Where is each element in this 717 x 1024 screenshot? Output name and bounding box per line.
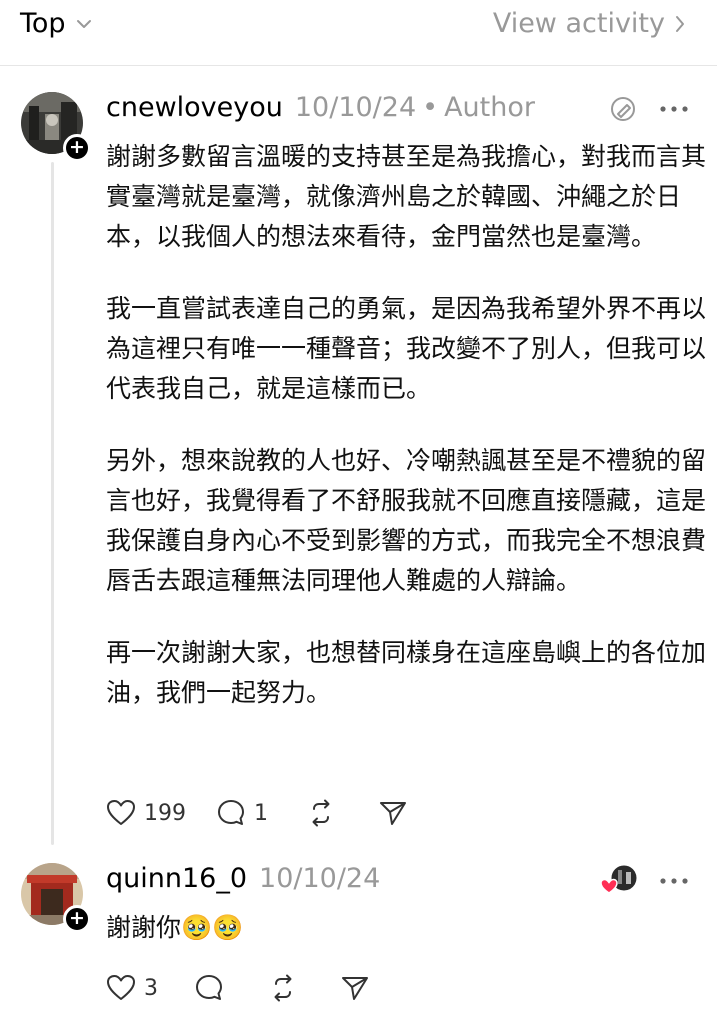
share-icon [380, 802, 406, 825]
separator: • [422, 92, 439, 123]
reply-actions: 3 [106, 973, 370, 1003]
sort-dropdown[interactable]: Top [20, 8, 94, 39]
author-liked-icon [600, 864, 638, 894]
thread-line [51, 162, 54, 845]
heart-icon [107, 800, 135, 825]
repost-icon [274, 974, 292, 1002]
timestamp: 10/10/24 [259, 863, 381, 894]
post-body: 謝謝多數留言溫暖的支持甚至是為我擔心，對我而言其實臺灣就是臺灣，就像濟州島之於韓… [106, 137, 706, 745]
like-button[interactable]: 3 [106, 974, 158, 1002]
reply-avatar-wrap: + [21, 863, 91, 933]
repost-button[interactable] [268, 973, 298, 1003]
sort-label: Top [20, 8, 66, 39]
share-button[interactable] [378, 798, 408, 828]
post-actions: 199 1 [106, 798, 408, 828]
liked-by-author-indicator [598, 862, 640, 898]
plus-icon: + [69, 906, 85, 929]
more-icon [660, 878, 688, 884]
username[interactable]: cnewloveyou [106, 92, 283, 123]
follow-button[interactable]: + [63, 905, 91, 933]
comment-icon [218, 800, 244, 825]
reply-body: 謝謝你🥹🥹 [106, 908, 706, 980]
plus-icon: + [69, 135, 85, 158]
post-paragraph: 另外，想來說教的人也好、冷嘲熱諷甚至是不禮貌的留言也好，我覺得看了不舒服我就不回… [106, 446, 707, 595]
comment-icon [196, 975, 222, 1000]
edit-button[interactable] [606, 92, 640, 126]
more-button[interactable] [656, 864, 692, 898]
repost-icon [312, 799, 330, 827]
post-paragraph: 再一次謝謝大家，也想替同樣身在這座島嶼上的各位加油，我們一起努力。 [106, 638, 707, 707]
top-bar: Top View activity [0, 0, 717, 66]
more-icon [660, 106, 688, 112]
view-activity-label: View activity [492, 8, 665, 39]
post-paragraph: 我一直嘗試表達自己的勇氣，是因為我希望外界不再以為這裡只有唯一一種聲音；我改變不… [106, 294, 707, 403]
share-icon [342, 977, 368, 1000]
like-count: 3 [144, 975, 158, 1001]
reply-text: 謝謝你🥹🥹 [106, 913, 244, 942]
chevron-down-icon [76, 19, 91, 28]
username[interactable]: quinn16_0 [106, 863, 247, 894]
reply-header: quinn16_0 10/10/24 [106, 863, 380, 894]
post-paragraph: 謝謝多數留言溫暖的支持甚至是為我擔心，對我而言其實臺灣就是臺灣，就像濟州島之於韓… [106, 142, 707, 251]
heart-icon [107, 975, 135, 1000]
like-button[interactable]: 199 [106, 799, 186, 827]
reply-button[interactable] [194, 973, 224, 1003]
repost-button[interactable] [306, 798, 336, 828]
more-button[interactable] [656, 92, 692, 126]
reply-button[interactable]: 1 [216, 798, 268, 828]
chevron-right-icon [676, 15, 684, 32]
edit-icon [611, 97, 635, 121]
like-count: 199 [144, 800, 186, 826]
follow-button[interactable]: + [63, 134, 91, 162]
share-button[interactable] [340, 973, 370, 1003]
author-avatar-wrap: + [21, 92, 91, 162]
reply-count: 1 [254, 800, 268, 826]
view-activity-link[interactable]: View activity [493, 8, 687, 39]
author-tag: Author [444, 92, 535, 123]
post-header: cnewloveyou 10/10/24 • Author [106, 92, 535, 123]
timestamp: 10/10/24 [294, 92, 417, 123]
